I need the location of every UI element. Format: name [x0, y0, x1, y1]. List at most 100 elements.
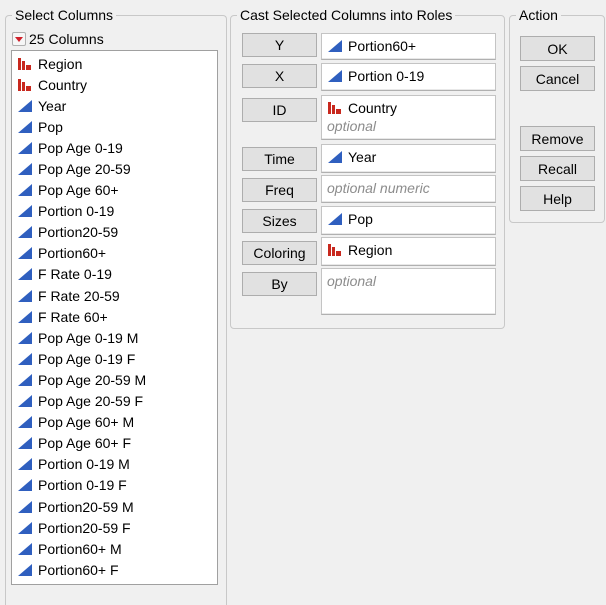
role-button-x[interactable]: X — [242, 64, 317, 88]
column-label: Country — [38, 76, 88, 93]
role-box-freq[interactable]: optional numeric — [321, 175, 496, 203]
column-list-item[interactable]: Region — [12, 53, 217, 74]
continuous-column-icon — [17, 352, 33, 366]
role-button-coloring[interactable]: Coloring — [242, 241, 317, 265]
role-box-time[interactable]: Year — [321, 144, 496, 173]
role-box-id[interactable]: Country optional — [321, 95, 496, 140]
column-list-item[interactable]: Country — [12, 74, 217, 95]
column-label: Region — [38, 55, 83, 72]
continuous-column-icon — [327, 212, 343, 226]
column-list[interactable]: Region Country Year Pop Pop Age 0-19 Pop Age … — [11, 50, 218, 585]
column-list-item[interactable]: Pop — [12, 116, 217, 137]
column-label: Pop Age 20-59 F — [38, 393, 144, 410]
continuous-column-icon — [17, 99, 33, 113]
role-box-y[interactable]: Portion60+ — [321, 33, 496, 60]
column-list-item[interactable]: F Rate 0-19 — [12, 264, 217, 285]
column-label: Portion20-59 M — [38, 498, 134, 515]
column-label: Pop Age 20-59 — [38, 161, 131, 178]
role-entry-label: Portion 0-19 — [348, 68, 425, 84]
role-placeholder: optional — [327, 118, 377, 134]
column-list-item[interactable]: Pop Age 0-19 F — [12, 348, 217, 369]
remove-button[interactable]: Remove — [520, 126, 595, 151]
role-button-y[interactable]: Y — [242, 33, 317, 57]
column-label: Portion 0-19 F — [38, 477, 127, 494]
column-list-item[interactable]: Portion60+ — [12, 243, 217, 264]
continuous-column-icon — [17, 394, 33, 408]
continuous-column-icon — [17, 310, 33, 324]
continuous-column-icon — [327, 150, 343, 164]
continuous-column-icon — [327, 39, 343, 53]
continuous-column-icon — [17, 563, 33, 577]
column-label: Portion 0-19 M — [38, 456, 130, 473]
nominal-column-icon — [327, 101, 343, 115]
recall-button[interactable]: Recall — [520, 156, 595, 181]
role-button-freq[interactable]: Freq — [242, 178, 317, 202]
column-list-item[interactable]: Portion 0-19 M — [12, 454, 217, 475]
column-list-item[interactable]: Pop Age 60+ M — [12, 412, 217, 433]
role-box-x[interactable]: Portion 0-19 — [321, 63, 496, 91]
nominal-column-icon — [17, 57, 33, 71]
role-entry[interactable]: Country — [327, 99, 490, 117]
column-label: F Rate 60+ — [38, 308, 108, 325]
column-label: Pop Age 20-59 M — [38, 371, 147, 388]
column-list-item[interactable]: Portion20-59 — [12, 222, 217, 243]
column-list-item[interactable]: Portion 0-19 F — [12, 475, 217, 496]
ok-button[interactable]: OK — [520, 36, 595, 61]
column-count-row: 25 Columns — [12, 31, 104, 47]
continuous-column-icon — [17, 289, 33, 303]
role-entry[interactable]: Portion60+ — [327, 37, 490, 55]
column-list-item[interactable]: Pop Age 60+ F — [12, 433, 217, 454]
role-entry[interactable]: Region — [327, 241, 490, 259]
column-label: Pop Age 0-19 F — [38, 350, 136, 367]
role-entry[interactable]: Pop — [327, 210, 490, 228]
column-list-item[interactable]: Portion20-59 F — [12, 517, 217, 538]
role-entry[interactable]: Year — [327, 148, 490, 166]
column-label: Pop Age 60+ — [38, 182, 119, 199]
column-list-item[interactable]: Pop Age 0-19 M — [12, 327, 217, 348]
column-list-item[interactable]: Year — [12, 95, 217, 116]
continuous-column-icon — [17, 500, 33, 514]
column-list-item[interactable]: Pop Age 20-59 F — [12, 391, 217, 412]
cast-roles-panel: Cast Selected Columns into Roles Y Portio… — [230, 7, 505, 329]
role-button-id[interactable]: ID — [242, 98, 317, 122]
column-list-item[interactable]: Portion20-59 M — [12, 496, 217, 517]
column-list-item[interactable]: Portion60+ M — [12, 538, 217, 559]
column-label: Portion 0-19 — [38, 203, 115, 220]
column-label: Portion20-59 F — [38, 519, 131, 536]
column-list-item[interactable]: F Rate 60+ — [12, 306, 217, 327]
role-button-time[interactable]: Time — [242, 147, 317, 171]
continuous-column-icon — [17, 542, 33, 556]
select-columns-title: Select Columns — [12, 7, 117, 23]
nominal-column-icon — [17, 78, 33, 92]
help-button[interactable]: Help — [520, 186, 595, 211]
role-box-sizes[interactable]: Pop — [321, 206, 496, 235]
column-list-item[interactable]: Pop Age 0-19 — [12, 137, 217, 158]
continuous-column-icon — [327, 69, 343, 83]
column-label: Pop Age 60+ M — [38, 414, 135, 431]
nominal-column-icon — [327, 243, 343, 257]
continuous-column-icon — [17, 521, 33, 535]
column-list-item[interactable]: Pop Age 20-59 — [12, 158, 217, 179]
role-box-by[interactable]: optional — [321, 268, 496, 315]
column-list-item[interactable]: F Rate 20-59 — [12, 285, 217, 306]
role-button-sizes[interactable]: Sizes — [242, 209, 317, 233]
column-list-item[interactable]: Pop Age 60+ — [12, 180, 217, 201]
role-button-by[interactable]: By — [242, 272, 317, 296]
column-label: Portion60+ — [38, 245, 107, 262]
column-list-item[interactable]: Portion60+ F — [12, 559, 217, 580]
continuous-column-icon — [17, 120, 33, 134]
role-box-coloring[interactable]: Region — [321, 237, 496, 266]
continuous-column-icon — [17, 204, 33, 218]
role-entry[interactable]: Portion 0-19 — [327, 67, 490, 85]
disclosure-menu-icon[interactable] — [12, 32, 26, 46]
role-placeholder: optional numeric — [327, 180, 430, 196]
cancel-button[interactable]: Cancel — [520, 66, 595, 91]
column-list-item[interactable]: Pop Age 20-59 M — [12, 369, 217, 390]
column-label: Pop Age 0-19 — [38, 139, 123, 156]
continuous-column-icon — [17, 141, 33, 155]
column-list-item[interactable]: Portion 0-19 — [12, 201, 217, 222]
column-label: Pop — [38, 118, 63, 135]
role-entry-label: Pop — [348, 211, 373, 227]
column-label: Portion60+ M — [38, 540, 122, 557]
cast-roles-title: Cast Selected Columns into Roles — [237, 7, 456, 23]
